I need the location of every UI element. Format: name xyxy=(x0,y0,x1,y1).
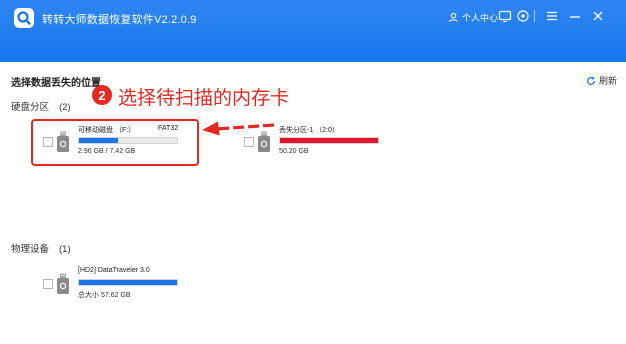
annotation-text: 选择待扫描的内存卡 xyxy=(118,88,290,109)
group-label: 物理设备 xyxy=(11,244,50,255)
drive-usage-bar xyxy=(279,137,379,144)
drive-usage-bar xyxy=(78,279,178,286)
message-icon[interactable] xyxy=(498,9,512,23)
section-title: 选择数据丢失的位置 xyxy=(11,78,101,89)
menu-icon[interactable] xyxy=(545,9,559,23)
drive-checkbox[interactable] xyxy=(43,279,53,289)
title-bar: 转转大师数据恢复软件V2.2.0.9 个人中心 xyxy=(0,0,626,62)
titlebar-divider xyxy=(534,10,535,22)
group-physical-devices: 物理设备 (1) xyxy=(11,241,71,255)
drive-size: 50.20 GB xyxy=(279,148,309,155)
drive-usage-fill xyxy=(79,280,177,285)
group-count: (1) xyxy=(59,244,71,255)
drive-name: [HD2] DataTraveler 3.0 xyxy=(78,267,150,274)
group-disk-partitions: 硬盘分区 (2) xyxy=(11,99,71,113)
close-icon[interactable] xyxy=(591,9,605,23)
annotation-step-badge: 2 xyxy=(92,85,112,105)
annotation-highlight-box xyxy=(31,119,199,166)
app-logo-icon xyxy=(14,8,34,28)
group-label: 硬盘分区 xyxy=(11,102,50,113)
annotation-arrow-icon xyxy=(202,121,275,136)
settings-icon[interactable] xyxy=(516,9,530,23)
refresh-label: 刷新 xyxy=(599,76,618,86)
drive-name: 丢失分区-1 （2:0） xyxy=(279,127,339,134)
drive-checkbox[interactable] xyxy=(244,137,254,147)
user-icon xyxy=(448,12,459,22)
user-center-label: 个人中心 xyxy=(462,12,499,23)
app-title: 转转大师数据恢复软件V2.2.0.9 xyxy=(42,14,197,26)
minimize-icon[interactable] xyxy=(568,9,582,23)
drive-size: 总大小 57.62 GB xyxy=(78,292,131,299)
drive-usage-fill xyxy=(280,138,378,143)
user-center-button[interactable]: 个人中心 xyxy=(448,9,498,25)
usb-drive-icon xyxy=(57,273,69,294)
group-count: (2) xyxy=(59,102,71,113)
refresh-icon xyxy=(587,76,595,85)
refresh-button[interactable]: 刷新 xyxy=(586,74,617,87)
